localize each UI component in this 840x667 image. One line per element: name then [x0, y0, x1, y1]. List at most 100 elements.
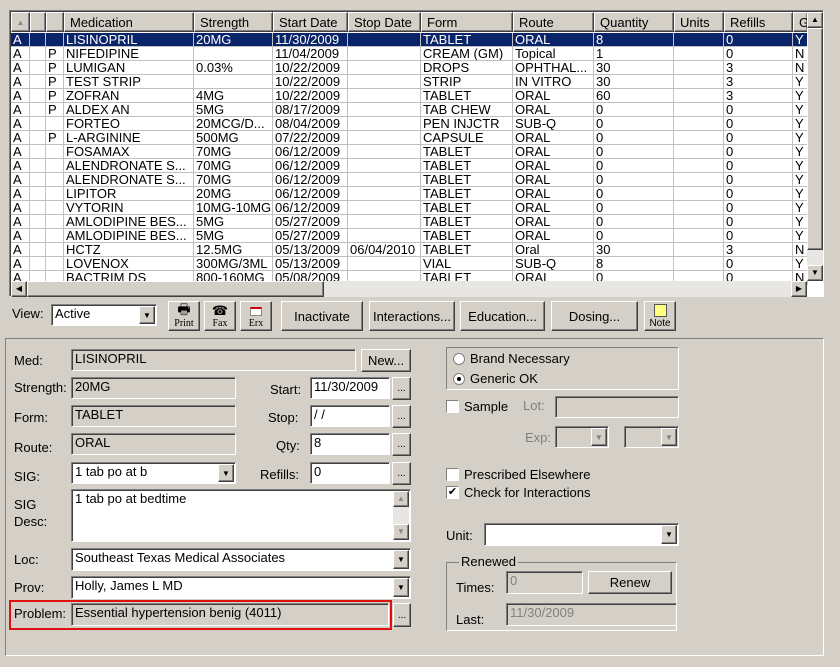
- generic-ok-radio[interactable]: [453, 373, 465, 385]
- table-cell: VYTORIN: [64, 201, 194, 215]
- column-header[interactable]: Strength: [194, 12, 273, 32]
- table-row[interactable]: A LISINOPRIL 20MG 11/30/2009 TABLET ORAL 8 0 Y: [11, 33, 808, 47]
- lot-field[interactable]: [555, 396, 679, 418]
- table-cell: [30, 173, 46, 187]
- table-row[interactable]: A P L-ARGININE 500MG 07/22/2009 CAPSULE ORAL 0 0…: [11, 131, 808, 145]
- unit-combo[interactable]: ▼: [484, 523, 679, 546]
- scroll-down-button[interactable]: ▼: [393, 524, 409, 540]
- form-label: Form:: [14, 410, 48, 425]
- interactions-button[interactable]: Interactions...: [369, 301, 455, 331]
- scroll-up-button[interactable]: ▲: [393, 491, 409, 507]
- table-row[interactable]: A ALENDRONATE S... 70MG 06/12/2009 TABLET ORA…: [11, 173, 808, 187]
- stop-picker-button[interactable]: ...: [392, 405, 411, 428]
- table-row[interactable]: A ALENDRONATE S... 70MG 06/12/2009 TABLET ORA…: [11, 159, 808, 173]
- refills-field[interactable]: 0: [310, 462, 390, 484]
- sig-combo[interactable]: 1 tab po at b ▼: [71, 462, 236, 484]
- table-cell: [348, 201, 421, 215]
- chevron-down-icon[interactable]: ▼: [661, 428, 677, 446]
- table-row[interactable]: A AMLODIPINE BES... 5MG 05/27/2009 TABLET ORA…: [11, 215, 808, 229]
- table-cell: [348, 145, 421, 159]
- table-row[interactable]: A LOVENOX 300MG/3ML 05/13/2009 VIAL SUB-Q 8 0 Y: [11, 257, 808, 271]
- table-row[interactable]: A FOSAMAX 70MG 06/12/2009 TABLET ORAL 0 0 Y: [11, 145, 808, 159]
- table-cell: [30, 61, 46, 75]
- vertical-scrollbar[interactable]: ▲ ▼: [807, 12, 823, 281]
- column-header[interactable]: Quantity: [594, 12, 674, 32]
- chevron-down-icon[interactable]: ▼: [218, 464, 234, 482]
- textarea-scrollbar[interactable]: ▲ ▼: [393, 491, 409, 540]
- column-header[interactable]: Stop Date: [348, 12, 421, 32]
- print-button[interactable]: 🖶 Print: [168, 301, 200, 331]
- prov-combo[interactable]: Holly, James L MD ▼: [71, 576, 411, 599]
- scroll-right-button[interactable]: ▶: [791, 281, 807, 297]
- chevron-down-icon[interactable]: ▼: [393, 550, 409, 569]
- fax-button[interactable]: ☎ Fax: [204, 301, 236, 331]
- table-row[interactable]: A FORTEO 20MCG/D... 08/04/2009 PEN INJCTR SUB…: [11, 117, 808, 131]
- chevron-down-icon[interactable]: ▼: [393, 578, 409, 597]
- education-button[interactable]: Education...: [460, 301, 545, 331]
- start-field[interactable]: 11/30/2009: [310, 377, 390, 399]
- column-header[interactable]: [46, 12, 64, 32]
- problem-picker-button[interactable]: ...: [393, 603, 411, 627]
- table-row[interactable]: A P ALDEX AN 5MG 08/17/2009 TAB CHEW ORAL 0 0 Y: [11, 103, 808, 117]
- column-header[interactable]: G: [793, 12, 808, 32]
- column-header[interactable]: Route: [513, 12, 594, 32]
- table-cell: TABLET: [421, 33, 513, 47]
- table-row[interactable]: A VYTORIN 10MG-10MG 06/12/2009 TABLET ORAL 0 0 Y: [11, 201, 808, 215]
- column-header[interactable]: [30, 12, 46, 32]
- table-row[interactable]: A HCTZ 12.5MG 05/13/2009 06/04/2010 TABLET Ora…: [11, 243, 808, 257]
- exp-year-combo[interactable]: ▼: [624, 426, 679, 448]
- loc-combo[interactable]: Southeast Texas Medical Associates ▼: [71, 548, 411, 571]
- table-row[interactable]: A P NIFEDIPINE 11/04/2009 CREAM (GM) Topical 1…: [11, 47, 808, 61]
- scroll-left-button[interactable]: ◀: [11, 281, 27, 297]
- table-row[interactable]: A P TEST STRIP 10/22/2009 STRIP IN VITRO 30 3 Y: [11, 75, 808, 89]
- table-row[interactable]: A AMLODIPINE BES... 5MG 05/27/2009 TABLET ORA…: [11, 229, 808, 243]
- erx-button[interactable]: Erx: [240, 301, 272, 331]
- medication-grid[interactable]: ▲ Medication Strength Start Date Stop Date Fo…: [9, 10, 824, 297]
- view-select[interactable]: Active ▼: [51, 304, 157, 326]
- scroll-thumb[interactable]: [807, 28, 823, 250]
- times-label: Times:: [456, 580, 495, 595]
- table-cell: [46, 257, 64, 271]
- stop-field[interactable]: / /: [310, 405, 390, 427]
- column-header[interactable]: Medication: [64, 12, 194, 32]
- sample-checkbox[interactable]: [446, 400, 459, 413]
- exp-month-combo[interactable]: ▼: [555, 426, 609, 448]
- brand-necessary-radio[interactable]: [453, 353, 465, 365]
- refills-picker-button[interactable]: ...: [392, 462, 411, 485]
- horizontal-scrollbar[interactable]: ◀ ▶: [11, 281, 807, 297]
- sig-desc-label-2: Desc:: [14, 514, 48, 529]
- column-header[interactable]: Start Date: [273, 12, 348, 32]
- sort-column-header[interactable]: ▲: [11, 12, 30, 32]
- table-cell: P: [46, 89, 64, 103]
- dosing-button[interactable]: Dosing...: [551, 301, 638, 331]
- table-cell: 0: [724, 33, 793, 47]
- check-interactions-checkbox[interactable]: ✔: [446, 486, 459, 499]
- table-row[interactable]: A LIPITOR 20MG 06/12/2009 TABLET ORAL 0 0 Y: [11, 187, 808, 201]
- table-cell: Y: [793, 173, 808, 187]
- scroll-down-button[interactable]: ▼: [807, 265, 823, 281]
- table-row[interactable]: A P ZOFRAN 4MG 10/22/2009 TABLET ORAL 60 3 Y: [11, 89, 808, 103]
- chevron-down-icon[interactable]: ▼: [591, 428, 607, 446]
- scroll-up-button[interactable]: ▲: [807, 12, 823, 28]
- table-row[interactable]: A P LUMIGAN 0.03% 10/22/2009 DROPS OPHTHAL... 3…: [11, 61, 808, 75]
- new-button[interactable]: New...: [361, 349, 411, 372]
- qty-field[interactable]: 8: [310, 433, 390, 455]
- note-button[interactable]: Note: [644, 301, 676, 331]
- table-cell: [674, 173, 724, 187]
- start-picker-button[interactable]: ...: [392, 377, 411, 400]
- inactivate-button[interactable]: Inactivate: [281, 301, 363, 331]
- renew-button[interactable]: Renew: [588, 571, 672, 594]
- qty-picker-button[interactable]: ...: [392, 433, 411, 456]
- chevron-down-icon[interactable]: ▼: [661, 525, 677, 544]
- table-cell: TABLET: [421, 229, 513, 243]
- column-header[interactable]: Form: [421, 12, 513, 32]
- table-cell: [46, 145, 64, 159]
- prescribed-elsewhere-checkbox[interactable]: [446, 468, 459, 481]
- column-header[interactable]: Units: [674, 12, 724, 32]
- column-header[interactable]: Refills: [724, 12, 793, 32]
- hscroll-thumb[interactable]: [27, 281, 324, 297]
- table-cell: 0: [724, 173, 793, 187]
- sig-desc-textarea[interactable]: 1 tab po at bedtime ▲ ▼: [71, 489, 411, 542]
- table-cell: 06/12/2009: [273, 145, 348, 159]
- chevron-down-icon[interactable]: ▼: [139, 306, 155, 324]
